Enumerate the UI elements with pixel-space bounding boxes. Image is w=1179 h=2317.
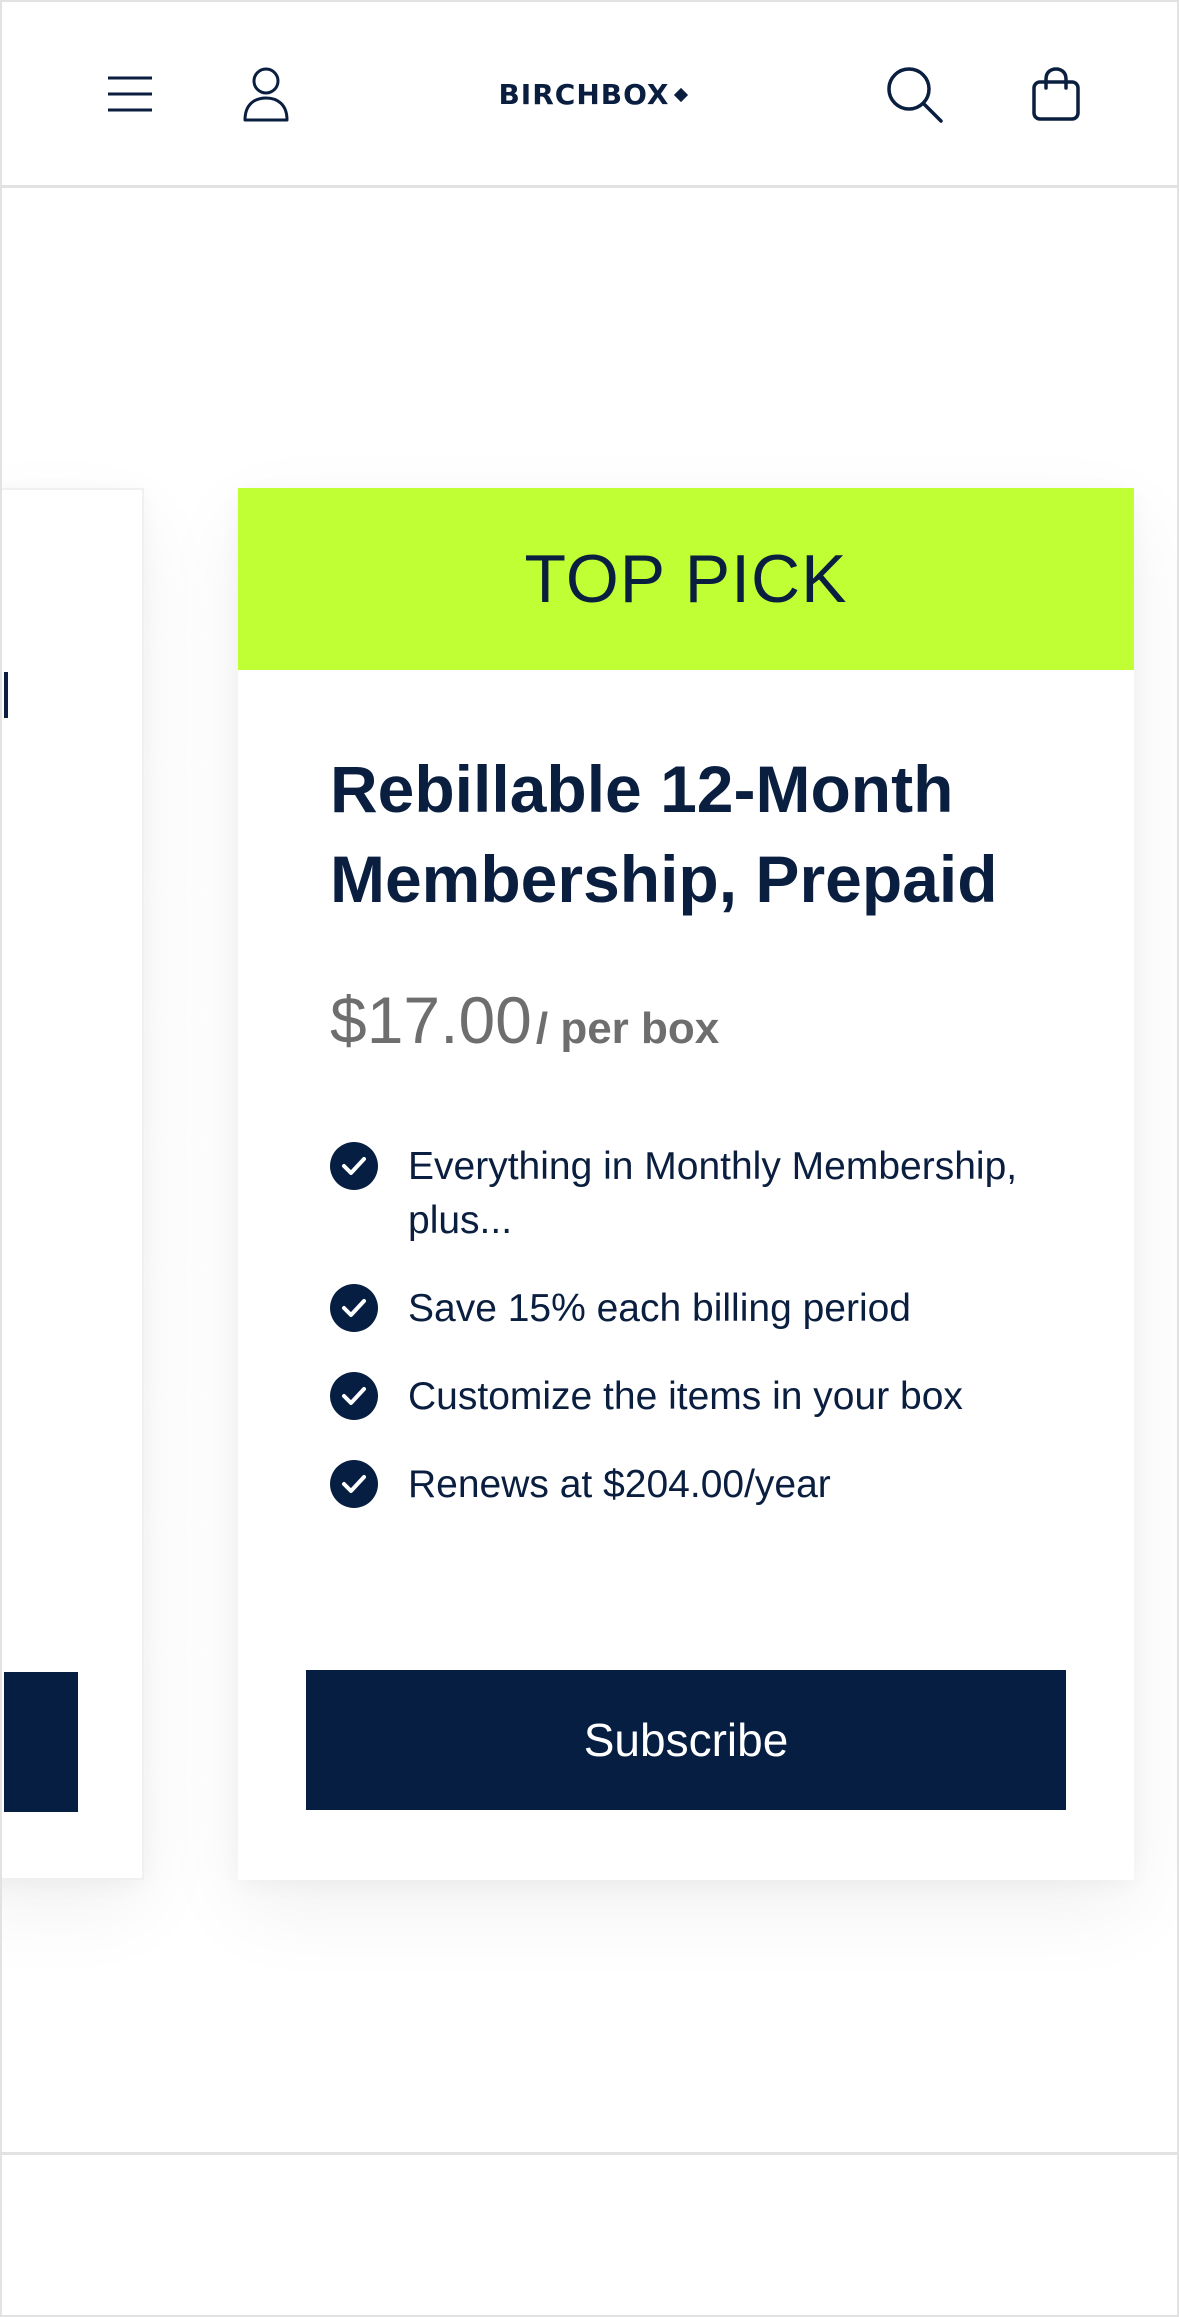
plan-card: TOP PICK Rebillable 12-Month Membership,… <box>238 488 1134 1880</box>
feature-list: Everything in Monthly Membership, plus..… <box>330 1140 1090 1546</box>
price-row: $17.00 / per box <box>330 982 719 1058</box>
brand-logo[interactable]: BIRCHBOX <box>462 74 722 114</box>
logo-diamond-icon <box>673 87 688 103</box>
plan-price: $17.00 <box>330 983 532 1057</box>
user-icon <box>243 67 289 122</box>
subscribe-button[interactable]: Subscribe <box>306 1670 1066 1810</box>
feature-text: Renews at $204.00/year <box>408 1463 831 1506</box>
feature-text: Save 15% each billing period <box>408 1287 912 1330</box>
check-circle-icon <box>330 1142 378 1190</box>
menu-button[interactable] <box>102 66 158 122</box>
previous-plan-card <box>2 488 144 1880</box>
page-frame: BIRCHBOX TOP PICK Rebillable 12-Month Me… <box>0 0 1179 2317</box>
feature-text: Everything in Monthly Membership, plus..… <box>408 1145 1018 1242</box>
account-button[interactable] <box>234 62 298 126</box>
shopping-bag-icon <box>1032 67 1080 121</box>
section-divider <box>2 2152 1177 2155</box>
search-button[interactable] <box>882 62 948 128</box>
check-circle-icon <box>330 1372 378 1420</box>
feature-item: Save 15% each billing period <box>330 1282 1090 1336</box>
check-circle-icon <box>330 1460 378 1508</box>
top-pick-banner: TOP PICK <box>238 488 1134 670</box>
feature-item: Everything in Monthly Membership, plus..… <box>330 1140 1090 1248</box>
check-circle-icon <box>330 1284 378 1332</box>
site-header: BIRCHBOX <box>2 2 1177 188</box>
cart-button[interactable] <box>1024 62 1088 126</box>
plan-title: Rebillable 12-Month Membership, Prepaid <box>330 752 998 916</box>
brand-logo-text: BIRCHBOX <box>498 77 670 111</box>
feature-text: Customize the items in your box <box>408 1375 963 1418</box>
feature-item: Renews at $204.00/year <box>330 1458 1090 1512</box>
previous-card-text-fragment <box>4 672 8 718</box>
feature-item: Customize the items in your box <box>330 1370 1090 1424</box>
price-unit: / per box <box>535 1004 720 1053</box>
top-pick-label: TOP PICK <box>524 541 848 617</box>
previous-card-subscribe-button[interactable] <box>4 1672 78 1812</box>
hamburger-menu-icon <box>108 76 152 112</box>
search-icon <box>887 67 943 123</box>
